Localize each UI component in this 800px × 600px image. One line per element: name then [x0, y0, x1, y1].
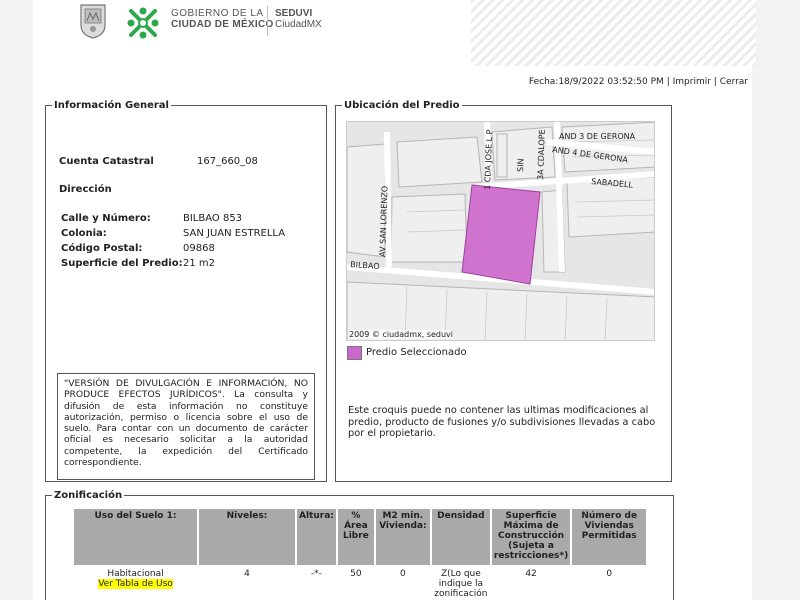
escudo-icon [80, 4, 106, 39]
colonia-value: SAN JUAN ESTRELLA [183, 228, 286, 239]
col-numero-viviendas: Número de Viviendas Permitidas [572, 509, 647, 565]
disclaimer-box: "VERSIÓN DE DIVULGACIÓN E INFORMACIÓN, N… [57, 373, 315, 480]
page-margin-right [752, 0, 800, 600]
gobierno-line1: GOBIERNO DE LA [171, 8, 264, 19]
cuenta-catastral-value: 167_660_08 [197, 156, 258, 167]
map-canvas: AND 3 DE GERONA AND 4 DE GERONA 1 CDA JO… [347, 122, 654, 340]
cell-superficie: 42 [525, 569, 537, 579]
map-label-gerona3: AND 3 DE GERONA [559, 132, 636, 141]
predio-legend-text: Predio Seleccionado [366, 347, 467, 358]
gobierno-logotype: GOBIERNO DE LA CIUDAD DE MÉXICO [171, 8, 274, 30]
seduvi-line2: CiudadMX [275, 19, 322, 30]
cell-niveles: 4 [244, 569, 250, 579]
fecha-text: Fecha:18/9/2022 03:52:50 PM [528, 77, 664, 87]
uso-value: Habitacional [107, 569, 164, 579]
table-row: Habitacional Ver Tabla de Uso 4 -*- 50 0… [74, 565, 646, 600]
col-altura: Altura: [297, 509, 336, 565]
page-margin-left [0, 0, 33, 600]
map-label-cdalope: 3A CDALOPE [536, 129, 547, 180]
codigo-postal-label: Código Postal: [61, 243, 143, 254]
imprimir-link[interactable]: Imprimir [673, 77, 711, 87]
ubicacion-predio-legend: Ubicación del Predio [344, 100, 460, 111]
cell-m2-min: 0 [400, 569, 406, 579]
superficie-label: Superficie del Predio: [61, 258, 183, 269]
col-densidad: Densidad [431, 509, 490, 565]
seduvi-logotype: SEDUVI CiudadMX [275, 8, 322, 30]
colonia-label: Colonia: [61, 228, 107, 239]
informacion-general-legend: Información General [54, 100, 169, 111]
direccion-label: Dirección [59, 184, 112, 195]
cuenta-catastral-label: Cuenta Catastral [59, 156, 154, 167]
predio-seleccionado-shape [461, 184, 541, 285]
table-header-row: Uso del Suelo 1: Niveles: Altura: % Área… [74, 509, 647, 565]
cell-altura: -*- [310, 569, 322, 579]
zonificacion-table: Uso del Suelo 1: Niveles: Altura: % Área… [72, 509, 648, 600]
map-credit: 2009 © ciudadmx, seduvi [349, 330, 454, 339]
col-superficie-maxima: Superficie Máxima de Construcción (Sujet… [491, 509, 571, 565]
cell-num-viviendas: 0 [606, 569, 613, 579]
cell-densidad: Z(Lo que indique la zonificación [434, 569, 488, 599]
ver-tabla-uso-link[interactable]: Ver Tabla de Uso [98, 579, 173, 589]
map-note: Este croquis puede no contener las ultim… [348, 405, 656, 439]
ubicacion-predio-panel: Ubicación del Predio AND 3 DE GERONA AND… [335, 100, 672, 482]
col-area-libre: % Área Libre [337, 509, 374, 565]
gobierno-line2: CIUDAD DE MÉXICO [171, 19, 274, 30]
top-bar: Fecha:18/9/2022 03:52:50 PM | Imprimir |… [529, 77, 748, 87]
codigo-postal-value: 09868 [183, 243, 215, 254]
header-divider [267, 6, 268, 36]
header: GOBIERNO DE LA CIUDAD DE MÉXICO SEDUVI C… [33, 0, 756, 66]
col-uso-suelo: Uso del Suelo 1: [74, 509, 197, 565]
header-pattern [471, 0, 756, 66]
superficie-value: 21 m2 [183, 258, 216, 269]
separator: | [713, 77, 717, 87]
cell-area-libre: 50 [350, 569, 362, 579]
calle-value: BILBAO 853 [183, 213, 243, 224]
map-label-sin: SIN [516, 158, 525, 172]
cell-uso: Habitacional Ver Tabla de Uso [74, 565, 197, 600]
seduvi-line1: SEDUVI [275, 8, 313, 19]
col-m2-min: M2 min. Vivienda: [375, 509, 430, 565]
predio-map[interactable]: AND 3 DE GERONA AND 4 DE GERONA 1 CDA JO… [346, 121, 655, 341]
cdmx-logo-icon [127, 7, 159, 39]
page: GOBIERNO DE LA CIUDAD DE MÉXICO SEDUVI C… [33, 0, 756, 600]
cerrar-link[interactable]: Cerrar [720, 77, 748, 87]
predio-legend-swatch [347, 346, 362, 360]
col-niveles: Niveles: [199, 509, 295, 565]
calle-label: Calle y Número: [61, 213, 151, 224]
zonificacion-legend: Zonificación [54, 490, 123, 501]
zonificacion-panel: Zonificación Uso del Suelo 1: Niveles: A… [45, 490, 674, 600]
separator: | [666, 77, 670, 87]
informacion-general-panel: Información General Cuenta Catastral 167… [45, 100, 327, 482]
